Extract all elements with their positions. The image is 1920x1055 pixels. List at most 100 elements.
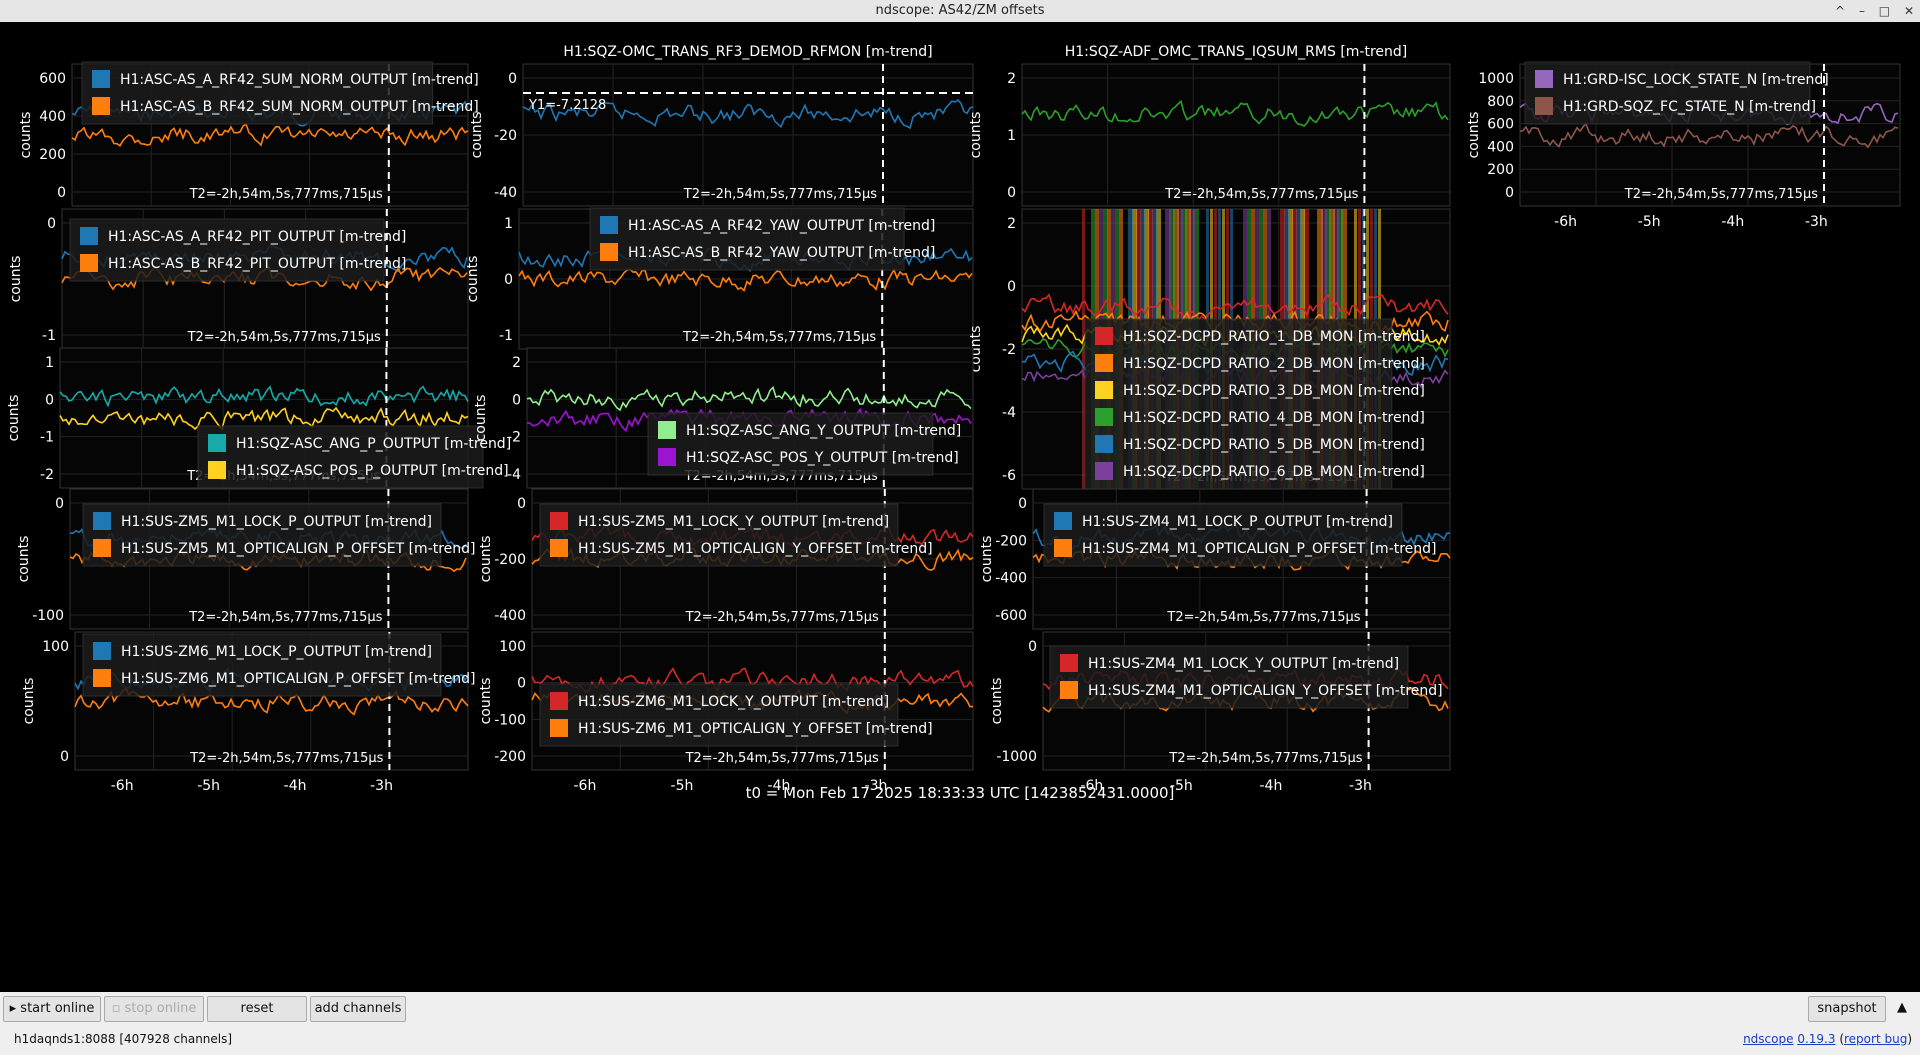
legend-swatch[interactable] bbox=[1095, 408, 1113, 426]
legend-swatch[interactable] bbox=[1060, 654, 1078, 672]
legend[interactable]: H1:SQZ-ASC_ANG_Y_OUTPUT [m-trend] H1:SQZ-… bbox=[647, 412, 961, 476]
snapshot-button[interactable]: snapshot bbox=[1808, 996, 1886, 1022]
legend-label[interactable]: H1:SQZ-DCPD_RATIO_5_DB_MON [m-trend] bbox=[1123, 437, 1425, 453]
legend-label[interactable]: H1:SUS-ZM6_M1_OPTICALIGN_P_OFFSET [m-tre… bbox=[121, 671, 476, 687]
legend-swatch[interactable] bbox=[208, 434, 226, 452]
legend-swatch[interactable] bbox=[1054, 539, 1072, 557]
reset-button[interactable]: reset bbox=[207, 996, 307, 1022]
legend-swatch[interactable] bbox=[550, 719, 568, 737]
legend-swatch[interactable] bbox=[550, 692, 568, 710]
legend-label[interactable]: H1:ASC-AS_A_RF42_PIT_OUTPUT [m-trend] bbox=[108, 229, 406, 245]
legend-label[interactable]: H1:SUS-ZM5_M1_OPTICALIGN_Y_OFFSET [m-tre… bbox=[578, 541, 933, 557]
legend-label[interactable]: H1:SUS-ZM5_M1_LOCK_Y_OUTPUT [m-trend] bbox=[578, 514, 889, 530]
plot-panel[interactable]: 0-200-400-6h-5h-4h-3hcountsT2=-2h,54m,5s… bbox=[478, 488, 974, 653]
legend-swatch[interactable] bbox=[1095, 354, 1113, 372]
legend-label[interactable]: H1:SQZ-ASC_ANG_P_OUTPUT [m-trend] bbox=[236, 436, 511, 452]
legend-label[interactable]: H1:GRD-ISC_LOCK_STATE_N [m-trend] bbox=[1563, 72, 1829, 88]
legend-swatch[interactable] bbox=[550, 512, 568, 530]
ndscope-link[interactable]: ndscope bbox=[1743, 1032, 1793, 1046]
legend-swatch[interactable] bbox=[92, 70, 110, 88]
legend-label[interactable]: H1:SUS-ZM6_M1_LOCK_P_OUTPUT [m-trend] bbox=[121, 644, 432, 660]
legend-swatch[interactable] bbox=[550, 539, 568, 557]
legend-label[interactable]: H1:SQZ-DCPD_RATIO_2_DB_MON [m-trend] bbox=[1123, 356, 1425, 372]
plots-canvas[interactable]: 6004002000-6h-5h-4h-3hcountsT2=-2h,54m,5… bbox=[0, 22, 1920, 992]
legend[interactable]: H1:SUS-ZM6_M1_LOCK_Y_OUTPUT [m-trend] H1:… bbox=[539, 683, 933, 747]
legend-label[interactable]: H1:SUS-ZM4_M1_LOCK_P_OUTPUT [m-trend] bbox=[1082, 514, 1393, 530]
legend-swatch[interactable] bbox=[1535, 97, 1553, 115]
start-online-button[interactable]: ▸ start online bbox=[3, 996, 101, 1022]
legend[interactable]: H1:SUS-ZM5_M1_LOCK_Y_OUTPUT [m-trend] H1:… bbox=[539, 503, 933, 567]
legend-swatch[interactable] bbox=[1054, 512, 1072, 530]
legend-label[interactable]: H1:ASC-AS_A_RF42_SUM_NORM_OUTPUT [m-tren… bbox=[120, 72, 479, 88]
plot-panel[interactable]: 0-200-400-600-6h-5h-4h-3hcountsT2=-2h,54… bbox=[979, 488, 1451, 653]
add-channels-button[interactable]: add channels bbox=[310, 996, 406, 1022]
legend-label[interactable]: H1:SQZ-DCPD_RATIO_6_DB_MON [m-trend] bbox=[1123, 464, 1425, 480]
legend-label[interactable]: H1:SUS-ZM6_M1_LOCK_Y_OUTPUT [m-trend] bbox=[578, 694, 889, 710]
legend[interactable]: H1:SUS-ZM4_M1_LOCK_Y_OUTPUT [m-trend] H1:… bbox=[1049, 645, 1443, 709]
plot-panel[interactable]: 100 0 -6h -5h -4h -3h counts T2=-2h,54m,5s,777m… bbox=[21, 631, 476, 794]
legend-label[interactable]: H1:SQZ-ASC_ANG_Y_OUTPUT [m-trend] bbox=[686, 423, 961, 439]
legend-label[interactable]: H1:SQZ-DCPD_RATIO_3_DB_MON [m-trend] bbox=[1123, 383, 1425, 399]
legend-swatch[interactable] bbox=[93, 669, 111, 687]
close-icon[interactable]: ✕ bbox=[1904, 4, 1914, 18]
legend[interactable]: H1:SUS-ZM4_M1_LOCK_P_OUTPUT [m-trend] H1:… bbox=[1043, 503, 1437, 567]
legend-swatch[interactable] bbox=[600, 216, 618, 234]
legend-label[interactable]: H1:SUS-ZM4_M1_LOCK_Y_OUTPUT [m-trend] bbox=[1088, 656, 1399, 672]
legend[interactable]: H1:SQZ-DCPD_RATIO_1_DB_MON [m-trend] H1:S… bbox=[1084, 318, 1425, 490]
legend-swatch[interactable] bbox=[1095, 462, 1113, 480]
plot-panel[interactable]: 1000-100-200-6h -5h -4h -3hcountsT2=-2h,54m… bbox=[478, 631, 974, 794]
legend-label[interactable]: H1:ASC-AS_B_RF42_PIT_OUTPUT [m-trend] bbox=[108, 256, 406, 272]
legend-label[interactable]: H1:SUS-ZM5_M1_LOCK_P_OUTPUT [m-trend] bbox=[121, 514, 432, 530]
legend[interactable]: H1:GRD-ISC_LOCK_STATE_N [m-trend] H1:GRD-… bbox=[1524, 61, 1829, 125]
plot-panel[interactable]: 10-1-2-6h-5h-4h-3hcountsT2=-2h,54m,5s,77… bbox=[6, 347, 511, 512]
legend-label[interactable]: H1:ASC-AS_B_RF42_YAW_OUTPUT [m-trend] bbox=[628, 245, 935, 261]
legend[interactable]: H1:SUS-ZM5_M1_LOCK_P_OUTPUT [m-trend] H1:… bbox=[82, 503, 476, 567]
legend-swatch[interactable] bbox=[600, 243, 618, 261]
legend-swatch[interactable] bbox=[80, 254, 98, 272]
expand-icon[interactable]: ▲ bbox=[1890, 996, 1914, 1020]
legend-swatch[interactable] bbox=[208, 461, 226, 479]
legend-swatch[interactable] bbox=[658, 421, 676, 439]
plot-panel[interactable]: 210-6h-5h-4h-3hcountsH1:SQZ-ADF_OMC_TRAN… bbox=[968, 44, 1451, 230]
plot-grid[interactable]: 6004002000-6h-5h-4h-3hcountsT2=-2h,54m,5… bbox=[0, 22, 1920, 992]
plot-panel[interactable]: 20-2-4-6-6h-5h-4h-3hcountsT2=-2h,54m,5s,… bbox=[968, 208, 1451, 513]
plot-panel[interactable]: 0-100-6h-5h-4h-3hcountsT2=-2h,54m,5s,777… bbox=[16, 488, 476, 653]
legend-swatch[interactable] bbox=[1535, 70, 1553, 88]
legend-label[interactable]: H1:SQZ-ASC_POS_P_OUTPUT [m-trend] bbox=[236, 463, 509, 479]
legend-label[interactable]: H1:ASC-AS_B_RF42_SUM_NORM_OUTPUT [m-tren… bbox=[120, 99, 479, 115]
legend-swatch[interactable] bbox=[1060, 681, 1078, 699]
legend-label[interactable]: H1:SQZ-DCPD_RATIO_1_DB_MON [m-trend] bbox=[1123, 329, 1425, 345]
legend-label[interactable]: H1:SQZ-DCPD_RATIO_4_DB_MON [m-trend] bbox=[1123, 410, 1425, 426]
legend-swatch[interactable] bbox=[1095, 435, 1113, 453]
plot-panel[interactable]: 0-20-40-6h-5h-4h-3hcountsH1:SQZ-OMC_TRAN… bbox=[469, 44, 974, 230]
legend-label[interactable]: H1:GRD-SQZ_FC_STATE_N [m-trend] bbox=[1563, 99, 1816, 115]
legend[interactable]: H1:ASC-AS_A_RF42_PIT_OUTPUT [m-trend] H1:… bbox=[69, 218, 406, 282]
minimize-icon[interactable]: – bbox=[1859, 4, 1865, 18]
plot-panel[interactable]: 6004002000-6h-5h-4h-3hcountsT2=-2h,54m,5… bbox=[18, 61, 479, 230]
legend[interactable]: H1:SUS-ZM6_M1_LOCK_P_OUTPUT [m-trend] H1:… bbox=[82, 633, 476, 697]
plot-panel[interactable]: 20-2-4-6h-5h-4h-3hcountsT2=-2h,54m,5s,77… bbox=[473, 347, 974, 512]
legend-label[interactable]: H1:SUS-ZM4_M1_OPTICALIGN_Y_OFFSET [m-tre… bbox=[1088, 683, 1443, 699]
legend-swatch[interactable] bbox=[93, 642, 111, 660]
legend-label[interactable]: H1:ASC-AS_A_RF42_YAW_OUTPUT [m-trend] bbox=[628, 218, 935, 234]
report-bug-link[interactable]: report bug bbox=[1844, 1032, 1907, 1046]
legend[interactable]: H1:SQZ-ASC_ANG_P_OUTPUT [m-trend] H1:SQZ-… bbox=[197, 425, 511, 489]
maximize-icon[interactable]: □ bbox=[1879, 4, 1890, 18]
legend-swatch[interactable] bbox=[93, 539, 111, 557]
plot-panel[interactable]: 0-1000-6h -5h -4h -3hcountsT2=-2h,54m,5s,77… bbox=[989, 631, 1451, 794]
legend-swatch[interactable] bbox=[92, 97, 110, 115]
legend-swatch[interactable] bbox=[658, 448, 676, 466]
version-link[interactable]: 0.19.3 bbox=[1797, 1032, 1835, 1046]
legend-label[interactable]: H1:SUS-ZM6_M1_OPTICALIGN_Y_OFFSET [m-tre… bbox=[578, 721, 933, 737]
legend-swatch[interactable] bbox=[1095, 381, 1113, 399]
legend-swatch[interactable] bbox=[93, 512, 111, 530]
legend-swatch[interactable] bbox=[1095, 327, 1113, 345]
legend-label[interactable]: H1:SUS-ZM4_M1_OPTICALIGN_P_OFFSET [m-tre… bbox=[1082, 541, 1437, 557]
plot-panel[interactable]: 1000 800 600 400 200 0 -6h -5h -4h -3h counts T2=-2… bbox=[1466, 61, 1901, 230]
legend[interactable]: H1:ASC-AS_A_RF42_SUM_NORM_OUTPUT [m-tren… bbox=[81, 61, 479, 125]
legend-label[interactable]: H1:SQZ-ASC_POS_Y_OUTPUT [m-trend] bbox=[686, 450, 959, 466]
chevron-up-icon[interactable]: ^ bbox=[1835, 4, 1845, 18]
legend-swatch[interactable] bbox=[80, 227, 98, 245]
legend-label[interactable]: H1:SUS-ZM5_M1_OPTICALIGN_P_OFFSET [m-tre… bbox=[121, 541, 476, 557]
legend[interactable]: H1:ASC-AS_A_RF42_YAW_OUTPUT [m-trend] H1:… bbox=[589, 207, 935, 271]
